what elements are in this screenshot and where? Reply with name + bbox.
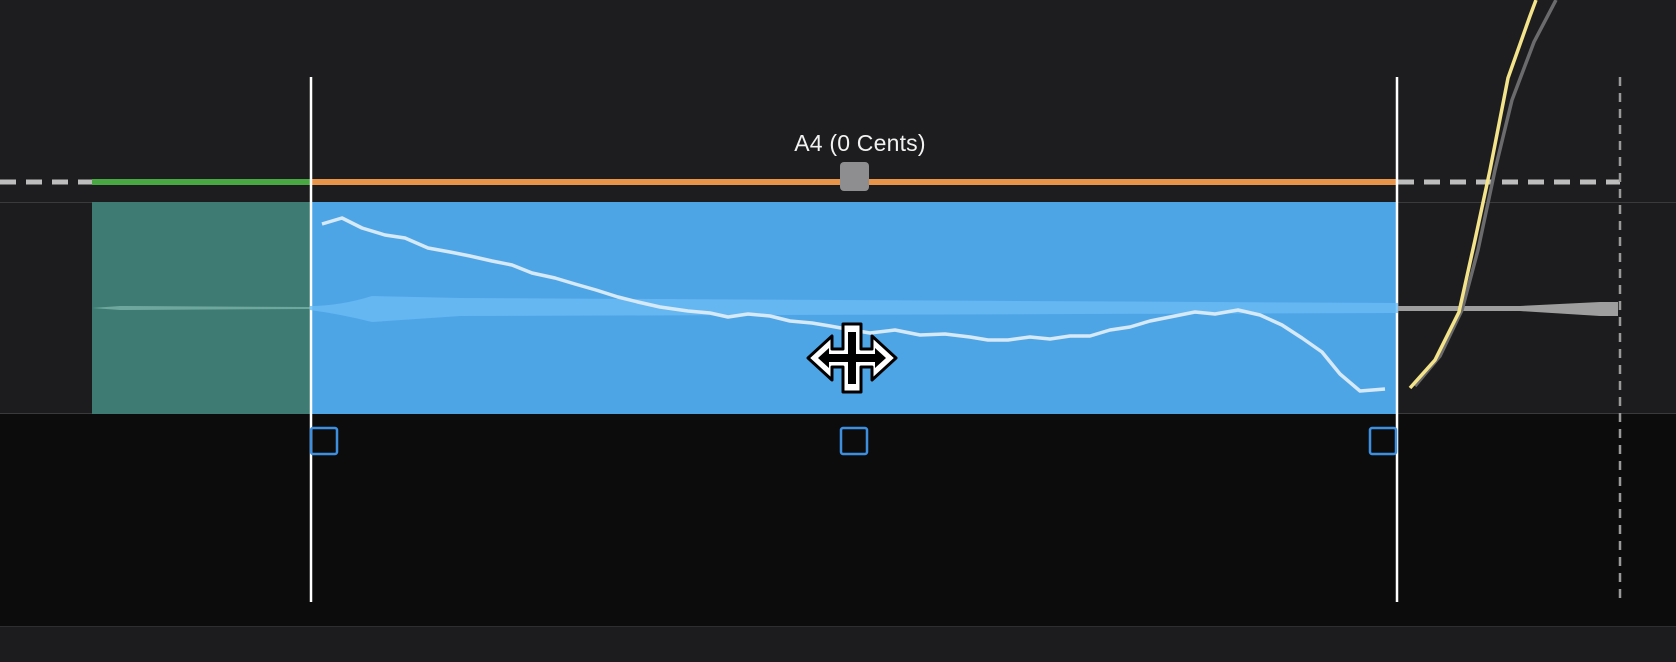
pitch-drag-handle-icon[interactable]: [840, 162, 869, 191]
waveform-previous: [92, 306, 310, 310]
right-handle-icon[interactable]: [1368, 426, 1398, 456]
left-handle-icon[interactable]: [309, 426, 339, 456]
waveform-next: [1398, 302, 1618, 316]
move-cursor-icon: [806, 322, 898, 394]
next-note-pitch-curve-yellow: [1408, 0, 1538, 390]
pitch-label: A4 (0 Cents): [794, 130, 926, 156]
center-handle-icon[interactable]: [839, 426, 869, 456]
